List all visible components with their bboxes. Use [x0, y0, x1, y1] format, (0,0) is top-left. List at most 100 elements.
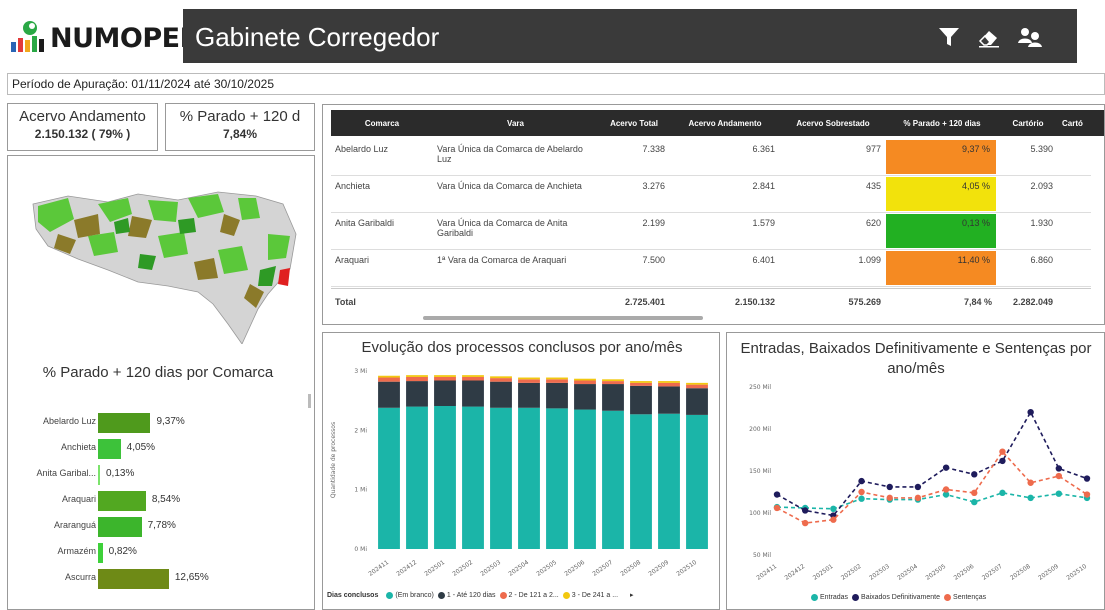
col-header[interactable]: Cartório — [998, 110, 1058, 136]
legend-marker — [386, 591, 394, 599]
x-tick-label: 202412 — [395, 559, 418, 578]
bar-segment — [490, 378, 512, 382]
line-chart[interactable]: 50 Mil 100 Mil 150 Mil 200 Mil 250 Mil 202411… — [727, 381, 1105, 591]
bar-segment — [462, 406, 484, 549]
title-bar: Gabinete Corregedor — [183, 9, 1077, 63]
bar-segment — [602, 410, 624, 549]
bar-segment — [434, 406, 456, 549]
legend-marker — [811, 594, 818, 601]
bar[interactable] — [98, 491, 146, 511]
y-tick-label: 100 Mil — [749, 510, 771, 517]
x-tick-label: 202501 — [812, 563, 835, 582]
bar-segment — [434, 375, 456, 377]
legend-item[interactable]: 2 - De 121 a 2... — [509, 592, 559, 599]
data-point — [971, 489, 978, 497]
x-tick-label: 202502 — [840, 563, 863, 582]
col-header[interactable]: % Parado + 120 dias — [886, 110, 998, 136]
legend-item[interactable]: Entradas — [820, 594, 848, 601]
bar-segment — [686, 414, 708, 549]
data-point — [942, 486, 950, 493]
cell-vara: Vara Única da Comarca de Anita Garibaldi — [437, 218, 568, 238]
y-tick-label: 3 Mi — [354, 368, 367, 375]
bar-segment — [602, 384, 624, 411]
bar-value: 12,65% — [174, 572, 209, 583]
x-tick-label: 202505 — [535, 559, 558, 578]
legend-item[interactable]: (Em branco) — [395, 592, 434, 599]
legend-item[interactable]: 1 - Até 120 dias — [447, 592, 496, 599]
eraser-icon[interactable] — [975, 23, 1003, 51]
logo: NUMOPEDE — [8, 14, 220, 54]
bar[interactable] — [98, 569, 169, 589]
data-point — [971, 498, 978, 506]
bar-segment — [462, 380, 484, 407]
bar-label: Anita Garibal... — [36, 468, 96, 478]
bar-row[interactable]: Araquari 8,54% — [8, 491, 308, 511]
state-map[interactable] — [28, 174, 303, 344]
cell-andamento: 1.579 — [752, 218, 775, 228]
scrollbar[interactable] — [308, 394, 311, 408]
cell-vara: Vara Única da Comarca de Anchieta — [437, 181, 582, 191]
bar-row[interactable]: Armazém 0,82% — [8, 543, 308, 563]
x-tick-label: 202509 — [647, 559, 670, 578]
col-header[interactable]: Vara — [433, 110, 598, 136]
bar-row[interactable]: Araranguá 7,78% — [8, 517, 308, 537]
legend-marker — [852, 594, 860, 601]
x-tick-label: 202506 — [563, 559, 586, 578]
stacked-bar-chart[interactable]: 0 Mi 1 Mi 2 Mi 3 Mi Quantidade de processos 2… — [323, 359, 721, 599]
bar-segment — [630, 381, 652, 383]
total-pct: 7,84 % — [963, 297, 992, 307]
bar-value: 0,13% — [106, 468, 135, 479]
bar[interactable] — [98, 465, 100, 485]
data-point — [801, 507, 809, 514]
bar-row[interactable]: Anchieta 4,05% — [8, 439, 308, 459]
legend-item[interactable]: 3 - De 241 a ... — [572, 592, 618, 599]
legend-item[interactable]: Sentenças — [953, 594, 986, 601]
period-filter: Período de Apuração: 01/11/2024 até 30/1… — [7, 73, 1105, 95]
col-header[interactable]: Acervo Total — [598, 110, 670, 136]
legend-next-icon[interactable]: ▸ — [630, 591, 634, 599]
bar-row[interactable]: Anita Garibal... 0,13% — [8, 465, 308, 485]
bar[interactable] — [98, 413, 151, 433]
x-tick-label: 202505 — [924, 563, 947, 582]
bar-segment — [574, 384, 596, 410]
bar-segment — [518, 377, 540, 380]
data-point — [999, 489, 1006, 497]
bar-label: Armazém — [57, 546, 96, 556]
y-axis-label: Quantidade de processos — [330, 422, 337, 498]
kpi-card-parado: % Parado + 120 d 7,84% — [165, 103, 315, 151]
bar-segment — [546, 379, 568, 383]
bar-segment — [630, 385, 652, 415]
cell-sobrestado: 620 — [865, 218, 881, 228]
bar[interactable] — [98, 439, 121, 459]
cell-acervo-total: 2.199 — [642, 218, 665, 228]
col-header[interactable]: Comarca — [331, 110, 433, 136]
pct-cell: 9,37 % — [886, 140, 996, 174]
legend-item[interactable]: Baixados Definitivamente — [861, 594, 940, 601]
bar-label: Araranguá — [53, 520, 96, 530]
col-header[interactable]: Acervo Andamento — [670, 110, 780, 136]
series-line — [776, 450, 1088, 524]
bar-row[interactable]: Ascurra 12,65% — [8, 569, 308, 589]
page-title: Gabinete Corregedor — [195, 22, 440, 52]
bar[interactable] — [98, 543, 103, 563]
x-tick-label: 202412 — [784, 563, 807, 582]
horizontal-scrollbar[interactable] — [423, 316, 703, 320]
total-acervo: 2.725.401 — [624, 297, 665, 307]
y-tick-label: 250 Mil — [749, 384, 771, 391]
bar-row[interactable]: Abelardo Luz 9,37% — [8, 413, 308, 433]
data-point — [914, 483, 922, 491]
filter-icon[interactable] — [935, 23, 963, 51]
bar-segment — [518, 382, 540, 408]
col-header[interactable]: Cartó — [1058, 110, 1104, 136]
data-point — [914, 494, 922, 502]
bar-segment — [686, 382, 708, 385]
bar[interactable] — [98, 517, 142, 537]
x-tick-label: 202507 — [981, 563, 1004, 582]
data-point — [886, 483, 893, 491]
comarca-table: Comarca Vara Acervo Total Acervo Andamen… — [322, 104, 1105, 325]
col-header[interactable]: Acervo Sobrestado — [780, 110, 886, 136]
data-point — [773, 491, 781, 498]
user-switch-icon[interactable] — [1016, 23, 1044, 51]
bar-segment — [406, 381, 428, 407]
bar-label: Abelardo Luz — [42, 416, 96, 426]
